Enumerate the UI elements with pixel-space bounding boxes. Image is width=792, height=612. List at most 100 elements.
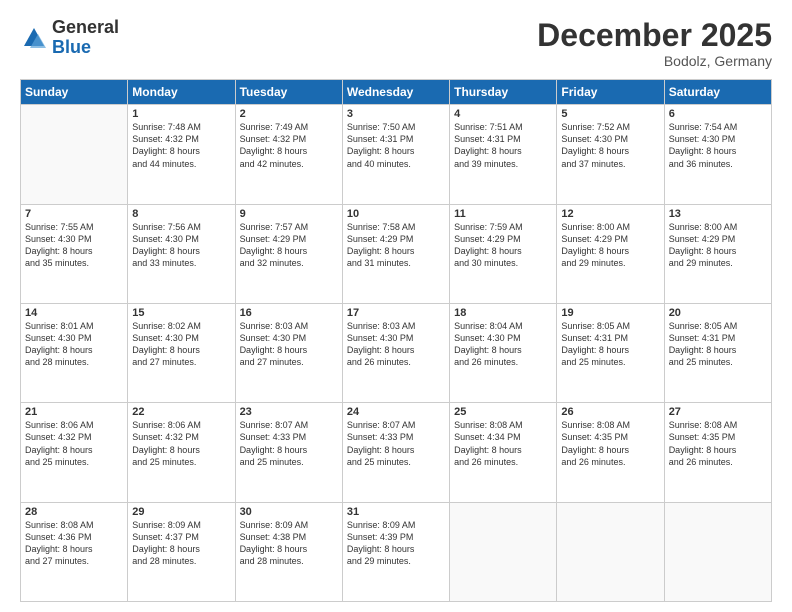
daylight-hours: Daylight: 8 hours	[454, 445, 522, 455]
daylight-minutes: and 26 minutes.	[561, 457, 625, 467]
cell-content: Sunrise: 8:00 AMSunset: 4:29 PMDaylight:…	[561, 221, 659, 270]
cell-content: Sunrise: 7:50 AMSunset: 4:31 PMDaylight:…	[347, 121, 445, 170]
day-number: 3	[347, 108, 445, 120]
day-number: 23	[240, 406, 338, 418]
calendar-cell: 12Sunrise: 8:00 AMSunset: 4:29 PMDayligh…	[557, 204, 664, 303]
day-number: 22	[132, 406, 230, 418]
calendar-cell: 24Sunrise: 8:07 AMSunset: 4:33 PMDayligh…	[342, 403, 449, 502]
calendar-cell: 21Sunrise: 8:06 AMSunset: 4:32 PMDayligh…	[21, 403, 128, 502]
day-of-week-tuesday: Tuesday	[235, 80, 342, 105]
daylight-minutes: and 44 minutes.	[132, 159, 196, 169]
daylight-hours: Daylight: 8 hours	[347, 246, 415, 256]
cell-content: Sunrise: 7:56 AMSunset: 4:30 PMDaylight:…	[132, 221, 230, 270]
daylight-minutes: and 37 minutes.	[561, 159, 625, 169]
cell-content: Sunrise: 8:09 AMSunset: 4:37 PMDaylight:…	[132, 519, 230, 568]
daylight-hours: Daylight: 8 hours	[347, 146, 415, 156]
month-title: December 2025	[537, 18, 772, 53]
day-number: 12	[561, 208, 659, 220]
logo-general: General	[52, 18, 119, 38]
calendar-cell: 19Sunrise: 8:05 AMSunset: 4:31 PMDayligh…	[557, 303, 664, 402]
calendar-cell: 1Sunrise: 7:48 AMSunset: 4:32 PMDaylight…	[128, 105, 235, 204]
calendar-cell	[664, 502, 771, 601]
day-number: 7	[25, 208, 123, 220]
calendar-cell: 26Sunrise: 8:08 AMSunset: 4:35 PMDayligh…	[557, 403, 664, 502]
cell-content: Sunrise: 8:05 AMSunset: 4:31 PMDaylight:…	[669, 320, 767, 369]
day-number: 9	[240, 208, 338, 220]
week-row-3: 14Sunrise: 8:01 AMSunset: 4:30 PMDayligh…	[21, 303, 772, 402]
cell-content: Sunrise: 7:59 AMSunset: 4:29 PMDaylight:…	[454, 221, 552, 270]
cell-content: Sunrise: 8:04 AMSunset: 4:30 PMDaylight:…	[454, 320, 552, 369]
day-number: 24	[347, 406, 445, 418]
daylight-hours: Daylight: 8 hours	[25, 544, 93, 554]
day-number: 26	[561, 406, 659, 418]
day-number: 6	[669, 108, 767, 120]
cell-content: Sunrise: 8:02 AMSunset: 4:30 PMDaylight:…	[132, 320, 230, 369]
calendar-cell: 7Sunrise: 7:55 AMSunset: 4:30 PMDaylight…	[21, 204, 128, 303]
logo-blue: Blue	[52, 38, 119, 58]
cell-content: Sunrise: 7:57 AMSunset: 4:29 PMDaylight:…	[240, 221, 338, 270]
calendar-cell: 17Sunrise: 8:03 AMSunset: 4:30 PMDayligh…	[342, 303, 449, 402]
day-number: 17	[347, 307, 445, 319]
cell-content: Sunrise: 7:51 AMSunset: 4:31 PMDaylight:…	[454, 121, 552, 170]
daylight-minutes: and 25 minutes.	[561, 357, 625, 367]
day-number: 20	[669, 307, 767, 319]
cell-content: Sunrise: 8:06 AMSunset: 4:32 PMDaylight:…	[25, 419, 123, 468]
calendar-cell: 11Sunrise: 7:59 AMSunset: 4:29 PMDayligh…	[450, 204, 557, 303]
daylight-minutes: and 29 minutes.	[669, 258, 733, 268]
calendar-cell: 20Sunrise: 8:05 AMSunset: 4:31 PMDayligh…	[664, 303, 771, 402]
daylight-minutes: and 28 minutes.	[25, 357, 89, 367]
cell-content: Sunrise: 8:09 AMSunset: 4:39 PMDaylight:…	[347, 519, 445, 568]
cell-content: Sunrise: 8:00 AMSunset: 4:29 PMDaylight:…	[669, 221, 767, 270]
day-number: 8	[132, 208, 230, 220]
daylight-hours: Daylight: 8 hours	[347, 445, 415, 455]
day-number: 25	[454, 406, 552, 418]
page: General Blue December 2025 Bodolz, Germa…	[0, 0, 792, 612]
day-number: 30	[240, 506, 338, 518]
daylight-minutes: and 36 minutes.	[669, 159, 733, 169]
daylight-hours: Daylight: 8 hours	[132, 146, 200, 156]
calendar-cell: 16Sunrise: 8:03 AMSunset: 4:30 PMDayligh…	[235, 303, 342, 402]
day-of-week-thursday: Thursday	[450, 80, 557, 105]
daylight-hours: Daylight: 8 hours	[454, 146, 522, 156]
day-number: 10	[347, 208, 445, 220]
daylight-hours: Daylight: 8 hours	[669, 345, 737, 355]
calendar-cell: 27Sunrise: 8:08 AMSunset: 4:35 PMDayligh…	[664, 403, 771, 502]
daylight-hours: Daylight: 8 hours	[132, 345, 200, 355]
calendar-cell	[557, 502, 664, 601]
day-of-week-sunday: Sunday	[21, 80, 128, 105]
daylight-minutes: and 25 minutes.	[669, 357, 733, 367]
cell-content: Sunrise: 8:06 AMSunset: 4:32 PMDaylight:…	[132, 419, 230, 468]
calendar-cell	[21, 105, 128, 204]
daylight-hours: Daylight: 8 hours	[25, 345, 93, 355]
cell-content: Sunrise: 8:03 AMSunset: 4:30 PMDaylight:…	[240, 320, 338, 369]
day-number: 1	[132, 108, 230, 120]
calendar-cell: 29Sunrise: 8:09 AMSunset: 4:37 PMDayligh…	[128, 502, 235, 601]
calendar-cell: 4Sunrise: 7:51 AMSunset: 4:31 PMDaylight…	[450, 105, 557, 204]
calendar-cell: 5Sunrise: 7:52 AMSunset: 4:30 PMDaylight…	[557, 105, 664, 204]
calendar-cell: 10Sunrise: 7:58 AMSunset: 4:29 PMDayligh…	[342, 204, 449, 303]
cell-content: Sunrise: 7:55 AMSunset: 4:30 PMDaylight:…	[25, 221, 123, 270]
cell-content: Sunrise: 8:09 AMSunset: 4:38 PMDaylight:…	[240, 519, 338, 568]
daylight-hours: Daylight: 8 hours	[561, 246, 629, 256]
daylight-minutes: and 29 minutes.	[347, 556, 411, 566]
title-block: December 2025 Bodolz, Germany	[537, 18, 772, 69]
calendar-cell: 23Sunrise: 8:07 AMSunset: 4:33 PMDayligh…	[235, 403, 342, 502]
day-number: 19	[561, 307, 659, 319]
logo-icon	[20, 24, 48, 52]
daylight-minutes: and 33 minutes.	[132, 258, 196, 268]
day-number: 27	[669, 406, 767, 418]
daylight-minutes: and 25 minutes.	[347, 457, 411, 467]
cell-content: Sunrise: 7:58 AMSunset: 4:29 PMDaylight:…	[347, 221, 445, 270]
day-number: 15	[132, 307, 230, 319]
daylight-minutes: and 26 minutes.	[669, 457, 733, 467]
daylight-hours: Daylight: 8 hours	[561, 345, 629, 355]
daylight-minutes: and 29 minutes.	[561, 258, 625, 268]
calendar-cell: 31Sunrise: 8:09 AMSunset: 4:39 PMDayligh…	[342, 502, 449, 601]
calendar-cell: 28Sunrise: 8:08 AMSunset: 4:36 PMDayligh…	[21, 502, 128, 601]
daylight-hours: Daylight: 8 hours	[240, 445, 308, 455]
daylight-hours: Daylight: 8 hours	[132, 544, 200, 554]
daylight-hours: Daylight: 8 hours	[454, 345, 522, 355]
day-number: 29	[132, 506, 230, 518]
week-row-2: 7Sunrise: 7:55 AMSunset: 4:30 PMDaylight…	[21, 204, 772, 303]
daylight-minutes: and 30 minutes.	[454, 258, 518, 268]
